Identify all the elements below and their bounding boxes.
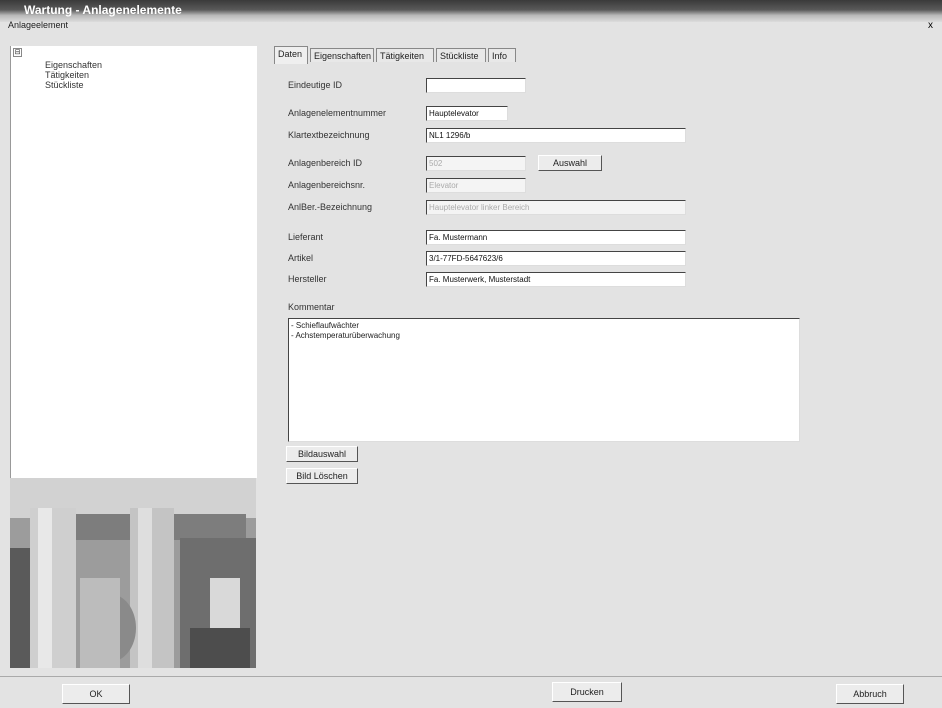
eindeutige-id-label: Eindeutige ID [288,80,343,90]
tree-expander-icon[interactable]: ⊟ [13,48,22,57]
tree-item-stueckliste[interactable]: Stückliste [45,80,84,90]
anlagenelementnummer-label: Anlagenelementnummer [288,108,387,118]
hersteller-field[interactable]: Fa. Musterwerk, Musterstadt [426,272,686,287]
anlagenelementnummer-field[interactable]: Hauptelevator [426,106,508,121]
lieferant-field[interactable]: Fa. Mustermann [426,230,686,245]
tab-stueckliste[interactable]: Stückliste [436,48,486,62]
tree-item-taetigkeiten[interactable]: Tätigkeiten [45,70,89,80]
hersteller-label: Hersteller [288,274,327,284]
anlagenbereich-id-field: 502 [426,156,526,171]
footer-divider [0,676,942,677]
tab-taetigkeiten[interactable]: Tätigkeiten [376,48,434,62]
kommentar-line: - Schieflaufwächter [291,321,360,330]
anlagenbereich-id-label: Anlagenbereich ID [288,158,363,168]
anlber-bezeichnung-field: Hauptelevator linker Bereich [426,200,686,215]
detail-panel: Daten Eigenschaften Tätigkeiten Stücklis… [262,46,940,674]
title-bar: Wartung - Anlagenelemente x [0,0,942,31]
tree-panel: ⊟ Eigenschaften Tätigkeiten Stückliste [10,46,257,478]
lieferant-label: Lieferant [288,232,324,242]
auswahl-button[interactable]: Auswahl [538,155,602,171]
anlagenbereichsnr-field: Elevator [426,178,526,193]
kommentar-line: - Achstemperaturüberwachung [291,331,400,340]
element-photo [10,478,256,668]
klartextbezeichnung-label: Klartextbezeichnung [288,130,370,140]
drucken-button[interactable]: Drucken [552,682,622,702]
close-icon[interactable]: x [928,20,933,31]
photo-image [10,478,256,668]
window-title: Wartung - Anlagenelemente [24,3,182,17]
anlagenbereichsnr-label: Anlagenbereichsnr. [288,180,366,190]
artikel-label: Artikel [288,253,314,263]
kommentar-textarea[interactable]: - Schieflaufwächter - Achstemperaturüber… [288,318,800,442]
anlber-bezeichnung-label: AnlBer.-Bezeichnung [288,202,373,212]
bildauswahl-button[interactable]: Bildauswahl [286,446,358,462]
tree-item-eigenschaften[interactable]: Eigenschaften [45,60,102,70]
abbruch-button[interactable]: Abbruch [836,684,904,704]
tab-info[interactable]: Info [488,48,516,62]
bild-loeschen-button[interactable]: Bild Löschen [286,468,358,484]
menu-anlageelement[interactable]: Anlageelement [8,20,68,30]
artikel-field[interactable]: 3/1-77FD-5647623/6 [426,251,686,266]
tab-daten[interactable]: Daten [274,46,308,64]
tab-eigenschaften[interactable]: Eigenschaften [310,48,374,62]
kommentar-label: Kommentar [288,302,335,312]
eindeutige-id-field[interactable] [426,78,526,93]
ok-button[interactable]: OK [62,684,130,704]
klartextbezeichnung-field[interactable]: NL1 1296/b [426,128,686,143]
